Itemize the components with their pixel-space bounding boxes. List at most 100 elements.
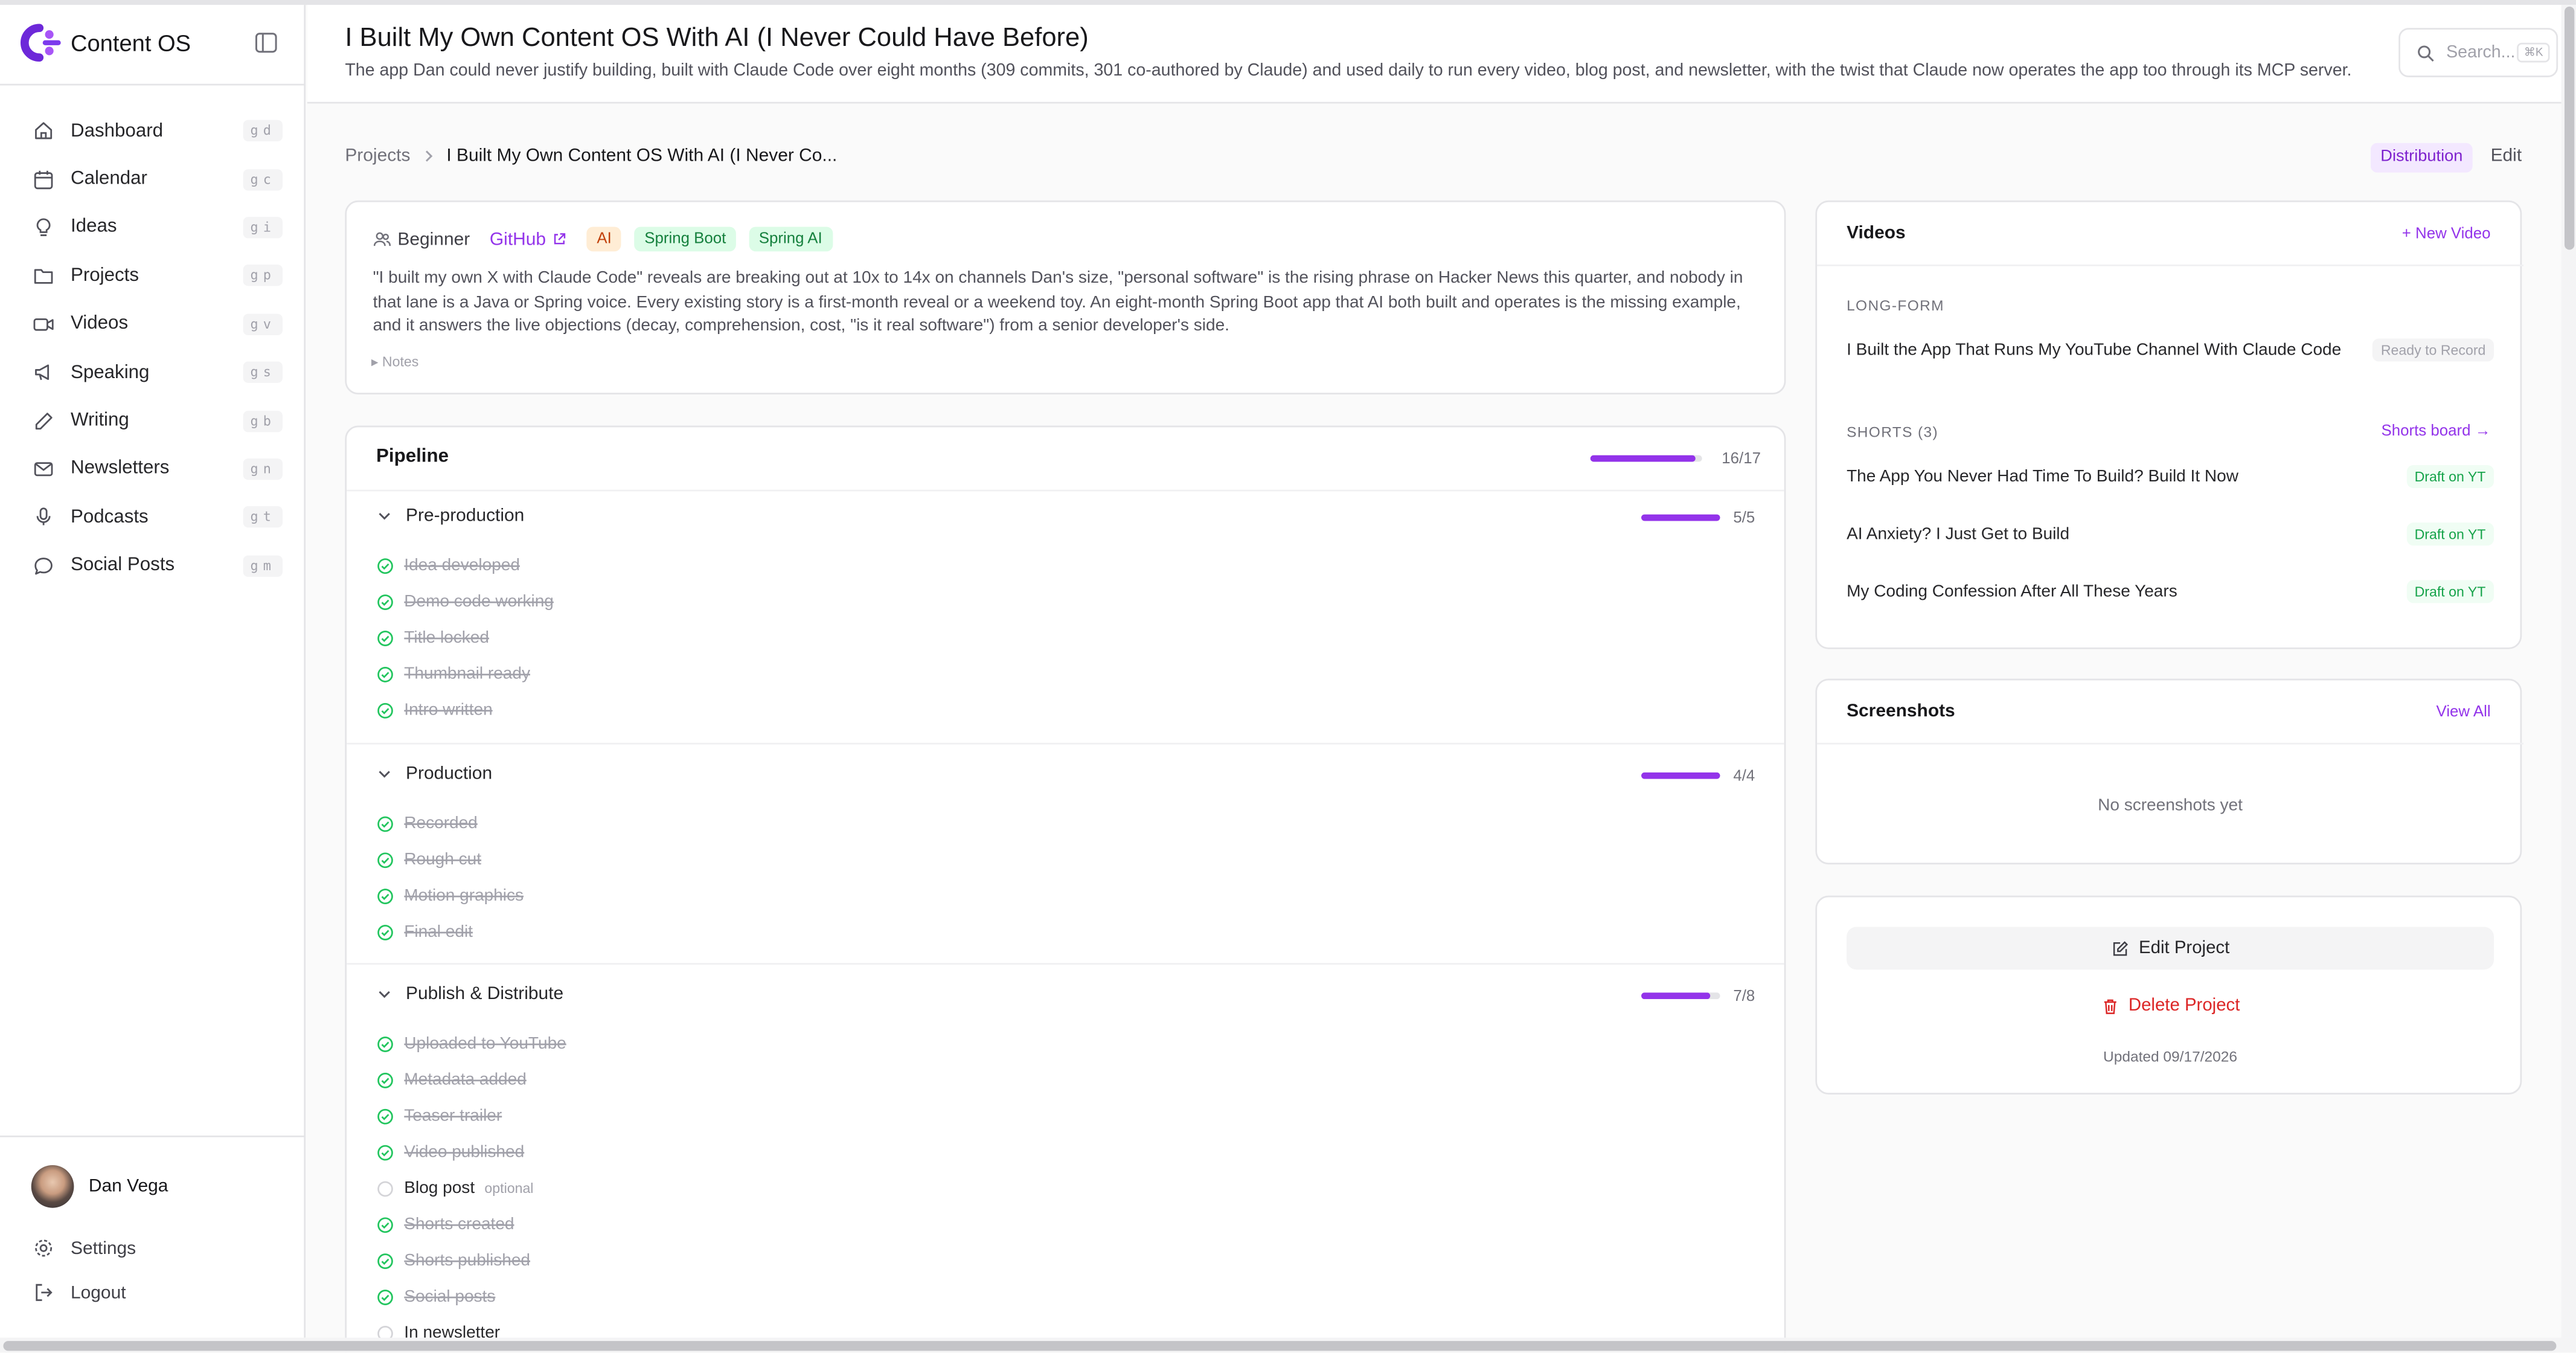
stage-progress-bar xyxy=(1641,514,1720,521)
short-video-row[interactable]: AI Anxiety? I Just Get to Build Draft on… xyxy=(1847,522,2494,546)
checklist-item[interactable]: Rough cut xyxy=(376,846,481,873)
check-circle-icon[interactable] xyxy=(376,1035,394,1053)
sidebar-item-social-posts[interactable]: Social Posts gm xyxy=(20,542,286,590)
checklist-item[interactable]: Teaser trailer xyxy=(376,1103,502,1130)
sidebar-item-dashboard[interactable]: Dashboard gd xyxy=(20,107,286,155)
short-video-row[interactable]: My Coding Confession After All These Yea… xyxy=(1847,580,2494,603)
sidebar-item-projects[interactable]: Projects gp xyxy=(20,252,286,300)
checklist-label: Thumbnail ready xyxy=(404,664,530,683)
view-all-link[interactable]: View All xyxy=(2437,703,2491,721)
checklist-item[interactable]: Final edit xyxy=(376,919,473,945)
sidebar-item-ideas[interactable]: Ideas gi xyxy=(20,204,286,252)
stage-header[interactable]: Production xyxy=(376,764,492,784)
checklist-item[interactable]: Motion graphics xyxy=(376,882,524,909)
checklist-label: Shorts created xyxy=(404,1215,514,1233)
sidebar-item-speaking[interactable]: Speaking gs xyxy=(20,349,286,397)
short-video-row[interactable]: The App You Never Had Time To Build? Bui… xyxy=(1847,464,2494,489)
breadcrumb-projects[interactable]: Projects xyxy=(345,146,410,166)
check-circle-icon[interactable] xyxy=(376,1288,394,1306)
app-name: Content OS xyxy=(70,29,191,56)
settings-link[interactable]: Settings xyxy=(33,1238,136,1259)
checklist-label: Teaser trailer xyxy=(404,1107,502,1125)
delete-project-button[interactable]: Delete Project xyxy=(1847,986,2494,1025)
sidebar-item-label: Social Posts xyxy=(70,556,175,576)
checklist-item[interactable]: Blog post optional xyxy=(376,1175,533,1201)
check-circle-icon[interactable] xyxy=(376,923,394,941)
checklist-item[interactable]: Metadata added xyxy=(376,1067,527,1093)
check-circle-icon[interactable] xyxy=(376,1071,394,1089)
checklist-item[interactable]: Demo code working xyxy=(376,588,554,615)
pipeline-progress-fill xyxy=(1590,455,1696,462)
search-input[interactable]: Search... ⌘K xyxy=(2398,28,2558,77)
stage-header[interactable]: Publish & Distribute xyxy=(376,985,563,1004)
mail-icon xyxy=(34,462,53,477)
project-actions-card: Edit Project Delete Project Updated 09/1… xyxy=(1815,895,2522,1094)
checklist-item[interactable]: Video published xyxy=(376,1139,524,1165)
checklist-item[interactable]: Idea developed xyxy=(376,552,520,579)
checklist-item[interactable]: Shorts created xyxy=(376,1211,514,1238)
checklist-item[interactable]: Thumbnail ready xyxy=(376,661,530,687)
new-video-button[interactable]: + New Video xyxy=(2402,225,2491,243)
checklist-item[interactable]: Title locked xyxy=(376,625,489,651)
checklist-item[interactable]: Social posts xyxy=(376,1284,495,1310)
edit-project-button[interactable]: Edit Project xyxy=(1847,927,2494,970)
pen-icon xyxy=(35,412,53,429)
horizontal-scrollbar-thumb[interactable] xyxy=(3,1341,2557,1351)
check-circle-icon[interactable] xyxy=(376,814,394,832)
shorts-board-link[interactable]: Shorts board → xyxy=(2382,422,2491,440)
sidebar-item-calendar[interactable]: Calendar gc xyxy=(20,155,286,204)
home-icon xyxy=(35,122,53,140)
longform-video-row[interactable]: I Built the App That Runs My YouTube Cha… xyxy=(1847,338,2494,362)
check-circle-icon[interactable] xyxy=(376,629,394,647)
check-circle-icon[interactable] xyxy=(376,1107,394,1125)
brand[interactable]: Content OS xyxy=(16,23,191,62)
pipeline-divider xyxy=(347,489,1784,492)
checklist-item[interactable]: Shorts published xyxy=(376,1247,530,1274)
longform-label: LONG-FORM xyxy=(1847,297,1944,314)
notes-toggle[interactable]: ▸ Notes xyxy=(371,353,418,371)
screenshots-card: Screenshots View All No screenshots yet xyxy=(1815,678,2523,865)
checklist-label: Shorts published xyxy=(404,1251,531,1270)
pipeline-progress-bar xyxy=(1590,455,1702,462)
check-circle-icon[interactable] xyxy=(376,701,394,719)
search-shortcut: ⌘K xyxy=(2517,42,2550,63)
check-circle-icon[interactable] xyxy=(376,1143,394,1161)
github-link[interactable]: GitHub xyxy=(490,230,568,249)
check-circle-icon[interactable] xyxy=(376,850,394,869)
check-circle-icon[interactable] xyxy=(376,593,394,611)
trash-icon xyxy=(2103,998,2116,1014)
status-badge: Draft on YT xyxy=(2406,580,2494,603)
sidebar-toggle-icon[interactable] xyxy=(255,31,278,54)
vertical-scrollbar-thumb[interactable] xyxy=(2565,6,2575,250)
check-circle-icon[interactable] xyxy=(376,887,394,905)
tab-edit[interactable]: Edit xyxy=(2491,146,2522,166)
keyboard-shortcut: gb xyxy=(243,410,283,432)
keyboard-shortcut: gd xyxy=(243,120,283,142)
tag-spring-ai: Spring AI xyxy=(749,227,833,252)
checklist-item[interactable]: Uploaded to YouTube xyxy=(376,1030,566,1057)
tab-distribution[interactable]: Distribution xyxy=(2370,143,2473,173)
mic-icon xyxy=(36,508,51,526)
megaphone-icon xyxy=(35,364,50,381)
checklist-item[interactable]: Intro written xyxy=(376,697,493,724)
sidebar-item-label: Calendar xyxy=(70,169,147,190)
checklist-label: Uploaded to YouTube xyxy=(404,1034,566,1053)
stage-header[interactable]: Pre-production xyxy=(376,506,524,526)
sidebar: Content OS Dashboard gd Calendar gc Ideas gi P… xyxy=(0,5,306,1338)
sidebar-item-writing[interactable]: Writing gb xyxy=(20,397,286,445)
check-circle-icon[interactable] xyxy=(376,556,394,574)
user-profile[interactable]: Dan Vega xyxy=(31,1165,168,1208)
check-circle-icon[interactable] xyxy=(376,1215,394,1233)
logout-link[interactable]: Logout xyxy=(33,1282,126,1303)
sidebar-item-videos[interactable]: Videos gv xyxy=(20,300,286,349)
check-circle-icon[interactable] xyxy=(376,1252,394,1270)
lightbulb-icon xyxy=(36,218,51,236)
sidebar-item-newsletters[interactable]: Newsletters gn xyxy=(20,445,286,493)
updated-timestamp: Updated 09/17/2026 xyxy=(2103,1048,2237,1065)
sidebar-nav: Dashboard gd Calendar gc Ideas gi Projects gp Vi… xyxy=(20,107,286,590)
checklist-item[interactable]: Recorded xyxy=(376,810,478,837)
external-link-icon xyxy=(554,233,566,245)
sidebar-item-podcasts[interactable]: Podcasts gt xyxy=(20,493,286,542)
check-circle-icon[interactable] xyxy=(376,665,394,683)
circle-icon[interactable] xyxy=(376,1179,394,1197)
